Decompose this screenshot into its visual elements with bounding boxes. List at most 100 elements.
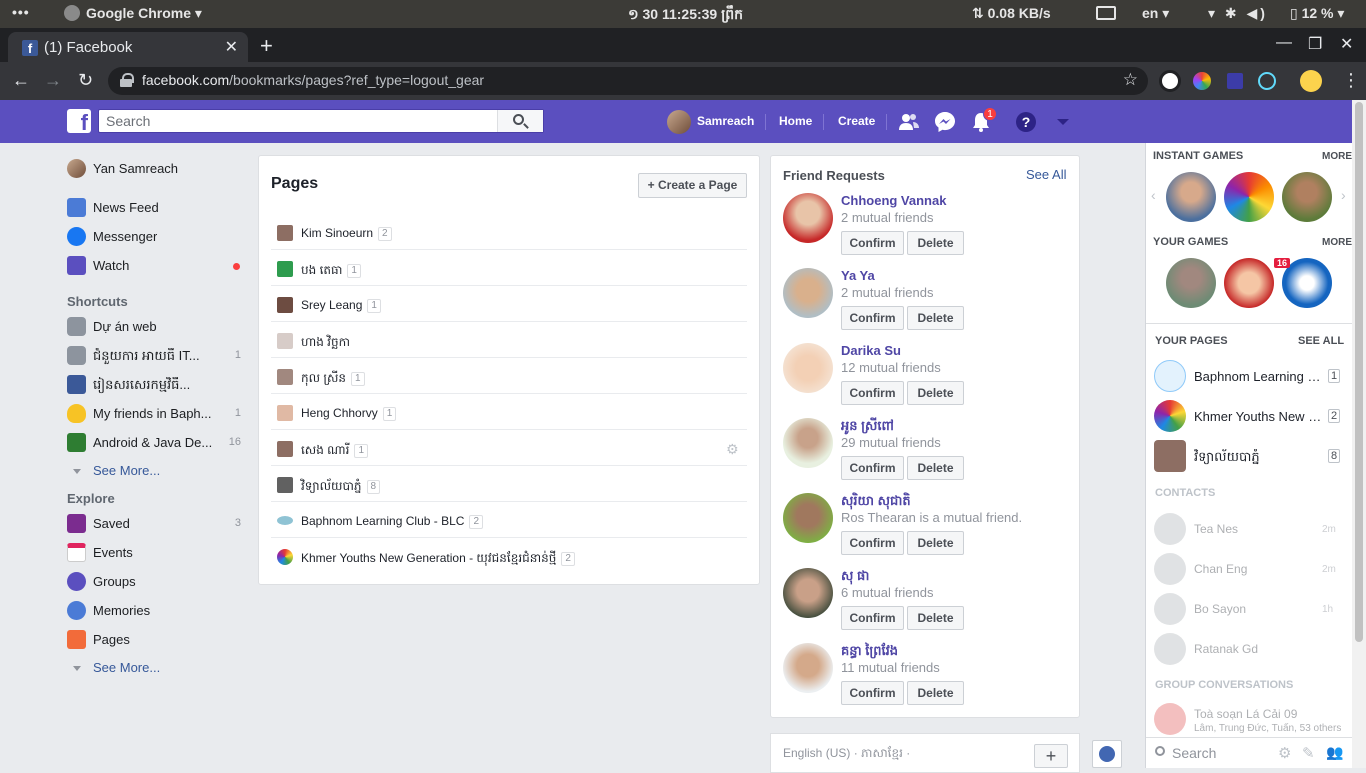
delete-button[interactable]: Delete — [907, 531, 964, 555]
see-more-explore[interactable]: See More... — [67, 658, 247, 678]
delete-button[interactable]: Delete — [907, 606, 964, 630]
battery-indicator[interactable]: ▯ 12 % ▾ — [1290, 5, 1344, 22]
forward-button[interactable]: → — [44, 70, 62, 91]
page-row[interactable]: បង តេធា 1 — [271, 250, 747, 286]
your-page-item[interactable]: Khmer Youths New G... 2 — [1154, 400, 1344, 432]
delete-button[interactable]: Delete — [907, 681, 964, 705]
create-page-button[interactable]: + Create a Page — [638, 173, 747, 198]
friend-name[interactable]: Ya Ya — [841, 268, 875, 283]
explore-item-groups[interactable]: Groups — [67, 572, 247, 592]
page-row[interactable]: កុល ស្រីន 1 — [271, 358, 747, 394]
game-wordblitz-icon[interactable] — [1224, 172, 1274, 222]
activities-menu[interactable]: ••• — [12, 4, 30, 20]
url-text[interactable]: facebook.com/bookmarks/pages?ref_type=lo… — [142, 72, 484, 88]
help-icon[interactable]: ? — [1015, 111, 1037, 133]
page-row[interactable]: ហាង វិច្ឆកា — [271, 322, 747, 358]
create-group-icon[interactable]: 👥 — [1326, 744, 1343, 761]
shortcut-item[interactable]: Dự án web — [67, 317, 247, 337]
game-icon[interactable] — [1224, 258, 1274, 308]
page-row[interactable]: សេង ណារី 1 ⚙ — [271, 430, 747, 466]
delete-button[interactable]: Delete — [907, 231, 964, 255]
keyboard-language[interactable]: en ▾ — [1142, 5, 1169, 22]
delete-button[interactable]: Delete — [907, 456, 964, 480]
confirm-button[interactable]: Confirm — [841, 681, 904, 705]
explore-item-events[interactable]: Events — [67, 543, 247, 563]
search-button[interactable] — [497, 110, 543, 132]
friend-name[interactable]: Darika Su — [841, 343, 901, 358]
profile-avatar-icon[interactable] — [1300, 70, 1322, 92]
globe-icon[interactable] — [1092, 740, 1122, 768]
avatar[interactable] — [783, 343, 833, 393]
contact-item[interactable]: Bo Sayon 1h — [1154, 593, 1344, 625]
confirm-button[interactable]: Confirm — [841, 381, 904, 405]
extension-react-icon[interactable] — [1258, 72, 1276, 90]
messenger-icon[interactable] — [934, 111, 956, 133]
page-row[interactable]: Kim Sinoeurn 2 — [271, 214, 747, 250]
app-menu[interactable]: Google Chrome ▾ — [64, 5, 202, 22]
profile-shortcut[interactable]: Yan Samreach — [67, 159, 247, 179]
gear-icon[interactable]: ⚙ — [726, 441, 739, 458]
game-quiz-icon[interactable] — [1166, 172, 1216, 222]
lock-icon[interactable] — [120, 73, 134, 87]
page-row[interactable]: Baphnom Learning Club - BLC 2 — [271, 502, 747, 538]
extension-color-icon[interactable] — [1193, 72, 1211, 90]
page-row[interactable]: Khmer Youths New Generation - យុវជនខ្មែរ… — [271, 538, 747, 574]
explore-item-pages[interactable]: Pages — [67, 630, 247, 650]
profile-link[interactable]: Samreach — [667, 100, 767, 143]
add-language-button[interactable]: + — [1034, 744, 1068, 768]
shortcut-item[interactable]: My friends in Baph... 1 — [67, 404, 247, 424]
home-link[interactable]: Home — [779, 100, 825, 143]
system-tray-icons[interactable]: ▾ ✱ ◀) — [1208, 5, 1268, 22]
address-bar[interactable]: facebook.com/bookmarks/pages?ref_type=lo… — [108, 67, 1148, 95]
shortcut-item[interactable]: Android & Java De... 16 — [67, 433, 247, 453]
close-tab-icon[interactable]: ✕ — [225, 37, 238, 57]
confirm-button[interactable]: Confirm — [841, 306, 904, 330]
avatar[interactable] — [783, 418, 833, 468]
chevron-right-icon[interactable]: › — [1341, 187, 1346, 203]
explore-item-saved[interactable]: Saved 3 — [67, 514, 247, 534]
confirm-button[interactable]: Confirm — [841, 531, 904, 555]
confirm-button[interactable]: Confirm — [841, 606, 904, 630]
friend-name[interactable]: Chhoeng Vannak — [841, 193, 946, 208]
page-row[interactable]: Srey Leang 1 — [271, 286, 747, 322]
page-scrollbar[interactable] — [1352, 100, 1366, 768]
delete-button[interactable]: Delete — [907, 306, 964, 330]
sidebar-item-news-feed[interactable]: News Feed — [67, 198, 247, 218]
chevron-left-icon[interactable]: ‹ — [1151, 187, 1156, 203]
close-window-button[interactable]: ✕ — [1340, 34, 1353, 54]
delete-button[interactable]: Delete — [907, 381, 964, 405]
facebook-logo-icon[interactable]: f — [67, 109, 91, 135]
scrollbar-thumb[interactable] — [1355, 102, 1363, 642]
bookmark-star-icon[interactable]: ☆ — [1123, 70, 1138, 90]
contact-item[interactable]: Tea Nes 2m — [1154, 513, 1344, 545]
fb-search-input[interactable] — [99, 110, 499, 132]
avatar[interactable] — [783, 268, 833, 318]
sidebar-item-messenger[interactable]: Messenger — [67, 227, 247, 247]
sidebar-item-watch[interactable]: Watch — [67, 256, 247, 276]
explore-item-memories[interactable]: Memories — [67, 601, 247, 621]
minimize-button[interactable]: — — [1276, 34, 1292, 52]
extension-square-icon[interactable] — [1227, 73, 1243, 89]
page-row[interactable]: Heng Chhorvy 1 — [271, 394, 747, 430]
contact-item[interactable]: Ratanak Gd — [1154, 633, 1344, 665]
tab-facebook[interactable]: f (1) Facebook ✕ — [8, 32, 248, 62]
game-icon[interactable] — [1166, 258, 1216, 308]
your-page-item[interactable]: Baphnom Learning Cl... 1 — [1154, 360, 1344, 392]
camera-icon[interactable] — [1096, 6, 1116, 20]
extension-owl-icon[interactable] — [1159, 70, 1181, 92]
contact-item[interactable]: Chan Eng 2m — [1154, 553, 1344, 585]
maximize-button[interactable]: ❐ — [1308, 34, 1322, 54]
reload-button[interactable]: ↻ — [78, 70, 93, 91]
chrome-menu-icon[interactable]: ⋮ — [1342, 70, 1360, 91]
your-games-more-link[interactable]: MORE — [1322, 237, 1352, 248]
avatar[interactable] — [783, 493, 833, 543]
shortcut-item[interactable]: រៀនសរសេរកម្មវិធី... — [67, 375, 247, 395]
account-menu-chevron-down-icon[interactable] — [1052, 111, 1074, 133]
page-row[interactable]: វិទ្យាល័យបាភ្នំ 8 — [271, 466, 747, 502]
group-conversation-item[interactable]: Toà soạn Lá Cải 09 Lâm, Trung Đức, Tuấn,… — [1154, 703, 1344, 735]
confirm-button[interactable]: Confirm — [841, 456, 904, 480]
create-link[interactable]: Create — [838, 100, 888, 143]
your-pages-see-all-link[interactable]: SEE ALL — [1298, 335, 1344, 347]
gear-icon[interactable]: ⚙ — [1278, 744, 1291, 762]
see-more-shortcuts[interactable]: See More... — [67, 461, 247, 481]
